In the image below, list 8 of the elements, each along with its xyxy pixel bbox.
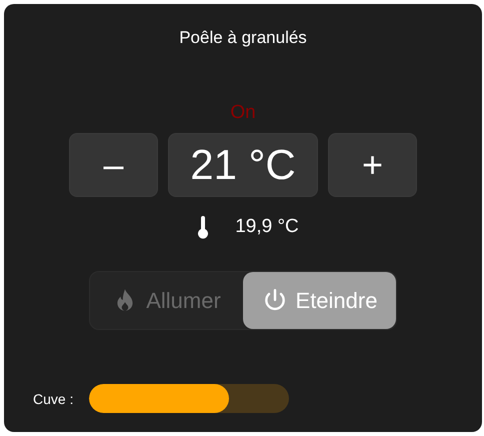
- card-title: Poêle à granulés: [179, 28, 307, 48]
- current-temperature: 19,9 °C: [235, 216, 299, 238]
- increase-button[interactable]: +: [328, 133, 417, 197]
- status-text: On: [230, 102, 256, 124]
- tank-label: Cuve :: [33, 390, 74, 406]
- thermometer-icon: [197, 215, 210, 239]
- setpoint-display: 21 °C: [168, 133, 318, 197]
- decrease-button[interactable]: –: [69, 133, 158, 197]
